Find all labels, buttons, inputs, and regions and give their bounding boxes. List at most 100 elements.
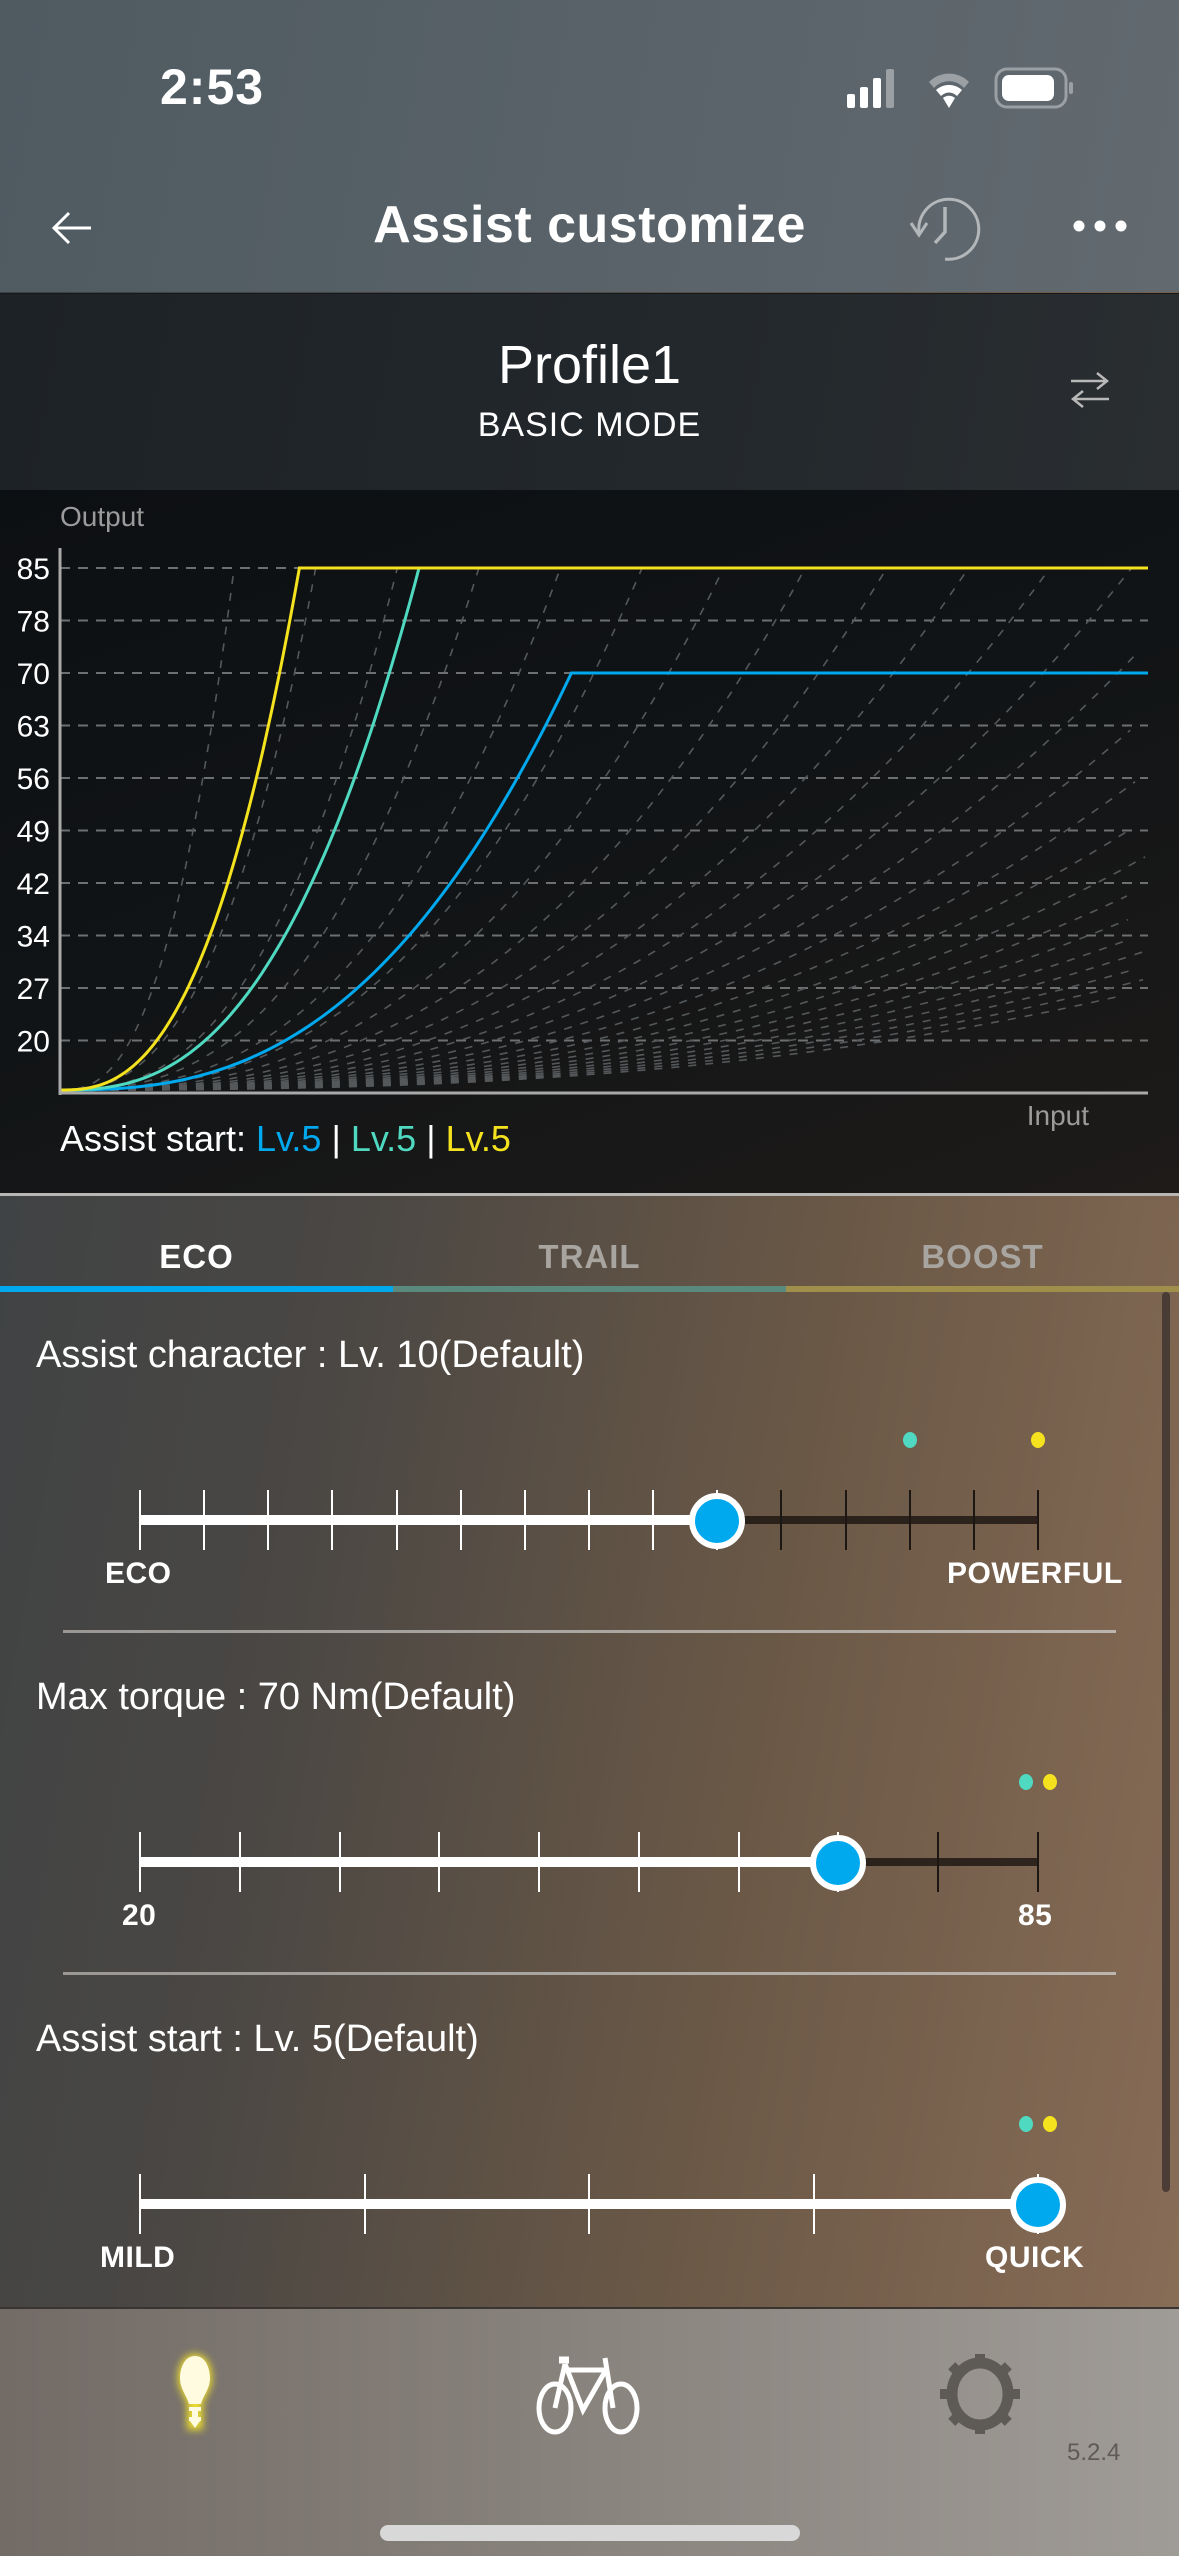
marker-boost <box>1031 1432 1045 1448</box>
gear-icon <box>940 2354 1020 2434</box>
slider-tick <box>1037 1832 1039 1892</box>
tab-trail[interactable]: TRAIL <box>393 1196 786 1292</box>
slider-tick <box>267 1490 270 1550</box>
profile-name: Profile1 <box>497 335 682 395</box>
mode-tabs: ECO TRAIL BOOST <box>0 1196 1179 1292</box>
slider-thumb[interactable] <box>689 1493 746 1549</box>
y-tick-label: 27 <box>17 973 50 1006</box>
tab-eco[interactable]: ECO <box>0 1196 393 1292</box>
assist-curve-chart: Output Input 85 78 70 63 56 49 42 34 27 20 Assist… <box>0 490 1179 1195</box>
top-header: 2:53 Assist customize <box>0 0 1179 292</box>
reference-curve <box>60 567 399 1091</box>
assist-start-eco: Lv.5 <box>256 1118 322 1159</box>
chart-svg: Output Input 85 78 70 63 56 49 42 34 27 20 <box>17 501 1148 1131</box>
app-version: 5.2.4 <box>1067 2439 1121 2466</box>
bicycle-icon <box>536 2356 640 2435</box>
y-tick-label: 63 <box>17 711 50 744</box>
slider-tick <box>459 1490 462 1550</box>
battery-icon <box>994 67 1073 109</box>
marker-trail <box>1019 1774 1033 1790</box>
slider-tick <box>331 1490 334 1550</box>
reference-curve <box>60 781 1136 1091</box>
tab-indicator <box>393 1286 786 1292</box>
marker-boost <box>1043 2116 1057 2132</box>
y-tick-label: 20 <box>17 1026 50 1059</box>
slider-tick <box>338 1832 341 1892</box>
y-tick-label: 78 <box>17 606 50 639</box>
history-button[interactable] <box>905 190 985 270</box>
more-button[interactable] <box>1060 196 1140 256</box>
slider-tick <box>908 1490 911 1550</box>
swap-arrows-icon <box>1070 372 1110 408</box>
tab-label: ECO <box>159 1238 234 1275</box>
y-tick-label: 70 <box>17 658 50 691</box>
y-tick-label: 56 <box>17 763 50 796</box>
assist-start-trail: Lv.5 <box>350 1118 417 1159</box>
slider-tick <box>363 2174 366 2234</box>
slider-tick <box>523 1490 526 1550</box>
grid-layer <box>60 567 1148 1042</box>
slider-tick <box>139 2174 141 2234</box>
chart-assist-start: Assist start: Lv.5 | Lv.5 | Lv.5 <box>60 1118 511 1160</box>
tab-boost[interactable]: BOOST <box>786 1196 1179 1292</box>
y-tick-label: 42 <box>17 868 50 901</box>
reference-curve <box>60 567 725 1091</box>
marker-trail <box>902 1432 917 1448</box>
tab-label: BOOST <box>921 1238 1044 1275</box>
section-divider <box>63 1630 1116 1633</box>
slider-min-label: MILD <box>100 2241 176 2274</box>
cellular-signal-icon <box>847 69 894 108</box>
separator: | <box>331 1118 341 1159</box>
reference-curve <box>60 567 643 1091</box>
slider-tick <box>844 1490 847 1550</box>
section-divider <box>63 1972 1116 1975</box>
slider-min-label: ECO <box>105 1557 172 1590</box>
separator: | <box>426 1118 436 1159</box>
slider-tick <box>652 1490 655 1550</box>
page-title: Assist customize <box>373 196 806 254</box>
y-tick-label: 49 <box>17 816 50 849</box>
reference-curve <box>60 567 235 1091</box>
y-tick-label: 85 <box>17 553 50 586</box>
wifi-icon <box>929 73 969 108</box>
home-indicator[interactable] <box>380 2525 800 2541</box>
assist-start-slider[interactable] <box>139 2116 1066 2234</box>
reference-curve <box>60 995 1120 1091</box>
scrollbar[interactable] <box>1162 1292 1170 2192</box>
slider-tick <box>139 1490 141 1550</box>
slider-min-label: 20 <box>122 1899 157 1932</box>
slider-tick <box>737 1832 740 1892</box>
assist-character-title: Assist character : Lv. 10(Default) <box>36 1334 585 1376</box>
lightbulb-icon <box>178 2354 212 2430</box>
nav-settings-button[interactable] <box>930 2344 1030 2444</box>
reference-curve <box>60 567 317 1091</box>
assist-character-slider[interactable] <box>139 1432 1045 1550</box>
status-time: 2:53 <box>160 59 265 115</box>
max-torque-slider[interactable] <box>139 1774 1057 1892</box>
tab-indicator <box>0 1286 393 1292</box>
bottom-nav: 5.2.4 <box>0 2307 1179 2556</box>
slider-tick <box>937 1832 940 1892</box>
y-tick-labels: 85 78 70 63 56 49 42 34 27 20 <box>17 553 50 1059</box>
reference-curve <box>60 567 1133 1091</box>
slider-tick <box>438 1832 441 1892</box>
slider-tick <box>203 1490 206 1550</box>
marker-trail <box>1019 2116 1033 2132</box>
marker-boost <box>1043 1774 1057 1790</box>
slider-max-label: POWERFUL <box>947 1557 1123 1590</box>
nav-assist-button[interactable] <box>150 2339 240 2449</box>
slider-tick <box>588 1490 590 1550</box>
slider-thumb[interactable] <box>1010 2177 1066 2233</box>
assist-start-label: Assist start: <box>60 1118 247 1159</box>
switch-profile-button[interactable] <box>1055 356 1125 426</box>
axes-layer <box>58 548 1148 1095</box>
slider-thumb[interactable] <box>810 1835 867 1891</box>
reference-curve <box>60 567 806 1091</box>
nav-bike-button[interactable] <box>530 2344 646 2444</box>
slider-tick <box>588 2174 590 2234</box>
slider-tick <box>972 1490 975 1550</box>
reference-curve <box>60 856 1146 1091</box>
y-tick-label: 34 <box>17 921 50 954</box>
profile-mode: BASIC MODE <box>477 406 702 444</box>
slider-tick <box>395 1490 398 1550</box>
